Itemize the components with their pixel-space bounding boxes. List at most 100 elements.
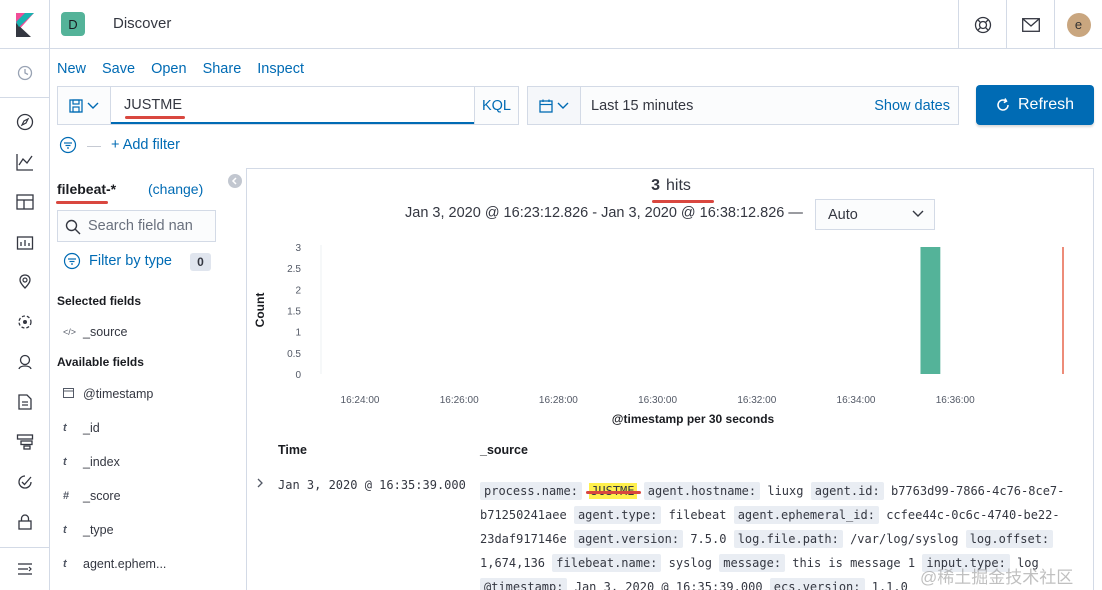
column-header-time[interactable]: Time: [278, 443, 307, 457]
nav-divider: [0, 97, 49, 98]
hits-count: 3 hits: [247, 177, 1095, 195]
nav-dev-tools[interactable]: [0, 502, 49, 542]
field-item[interactable]: # _score: [63, 489, 121, 503]
y-tick-label: 2: [295, 285, 301, 296]
refresh-icon: [997, 98, 1009, 111]
histogram-chart[interactable]: 0 0.5 1 1.5 2 2.5 3 16:24:00 16:26:00 16:28:00 16:…: [247, 233, 1093, 433]
nav-apm[interactable]: [0, 422, 49, 462]
refresh-label: Refresh: [1017, 96, 1075, 113]
top-nav-menu: New Save Open Share Inspect: [57, 61, 320, 77]
field-item[interactable]: t agent.ephem...: [63, 557, 166, 571]
nav-visualize[interactable]: [0, 142, 49, 182]
nav-canvas[interactable]: [0, 222, 49, 262]
field-name: _id: [83, 421, 100, 435]
page-title: Discover: [113, 15, 172, 32]
code-icon: </>: [63, 327, 77, 337]
source-field-key: @timestamp:: [480, 578, 568, 590]
interval-select[interactable]: Auto: [815, 199, 935, 230]
open-link[interactable]: Open: [151, 61, 186, 77]
quick-select-button[interactable]: [528, 87, 581, 124]
share-link[interactable]: Share: [203, 61, 242, 77]
x-tick-label: 16:26:00: [440, 395, 479, 406]
x-tick-label: 16:30:00: [638, 395, 677, 406]
logs-icon: [17, 394, 32, 410]
string-type-icon: t: [63, 558, 67, 570]
column-header-source[interactable]: _source: [480, 443, 528, 457]
hits-label: hits: [666, 177, 691, 194]
filter-options-icon[interactable]: [59, 136, 77, 154]
string-type-icon: t: [63, 422, 67, 434]
nav-maps[interactable]: [0, 262, 49, 302]
field-item[interactable]: t _type: [63, 523, 114, 537]
selected-fields-title: Selected fields: [57, 294, 142, 308]
apm-icon: [16, 434, 33, 450]
nav-dashboard[interactable]: [0, 182, 49, 222]
change-index-link[interactable]: (change): [148, 181, 203, 197]
show-dates-link[interactable]: Show dates: [874, 98, 950, 114]
nav-collapse[interactable]: [0, 549, 49, 589]
time-range-text: Jan 3, 2020 @ 16:23:12.826 - Jan 3, 2020…: [405, 205, 803, 221]
field-name: _type: [83, 523, 114, 537]
compass-icon: [16, 113, 33, 131]
number-type-icon: #: [63, 490, 70, 502]
annotation-underline: [56, 201, 108, 204]
nav-ml[interactable]: [0, 302, 49, 342]
help-button[interactable]: [958, 0, 1006, 49]
source-field-value: Jan 3, 2020 @ 16:35:39.000: [574, 580, 763, 590]
recently-viewed-button[interactable]: [0, 53, 49, 93]
y-tick-label: 1: [295, 328, 301, 339]
nav-logs[interactable]: [0, 382, 49, 422]
save-icon: [69, 98, 83, 113]
field-item[interactable]: @timestamp: [63, 387, 153, 401]
space-avatar[interactable]: D: [61, 12, 85, 36]
x-tick-label: 16:32:00: [737, 395, 776, 406]
machine-learning-icon: [17, 315, 32, 329]
nav-uptime[interactable]: [0, 462, 49, 502]
time-range-label[interactable]: Last 15 minutes: [591, 98, 693, 114]
nav-siem[interactable]: [0, 342, 49, 382]
chevron-right-icon: [257, 478, 263, 488]
save-link[interactable]: Save: [102, 61, 135, 77]
filter-divider: —: [87, 137, 101, 153]
collapse-sidebar-button[interactable]: [228, 174, 242, 188]
annotation-underline: [652, 200, 714, 203]
user-menu-button[interactable]: e: [1054, 0, 1102, 49]
new-link[interactable]: New: [57, 61, 86, 77]
kibana-logo[interactable]: [0, 0, 50, 49]
x-axis-title: @timestamp per 30 seconds: [612, 412, 775, 426]
inspect-link[interactable]: Inspect: [257, 61, 304, 77]
add-filter-button[interactable]: + Add filter: [111, 137, 180, 153]
source-field-key: process.name:: [480, 482, 582, 500]
search-icon: [65, 219, 81, 235]
source-field-value: this is message 1: [792, 556, 916, 570]
y-tick-label: 0: [295, 370, 301, 381]
kql-toggle[interactable]: KQL: [474, 87, 518, 124]
source-field-value: 1.1.0: [871, 580, 908, 590]
nav-discover[interactable]: [0, 102, 49, 142]
canvas-icon: [16, 236, 33, 250]
annotation-underline: [125, 116, 185, 119]
filter-by-type-label: Filter by type: [89, 253, 172, 269]
filter-by-type-button[interactable]: Filter by type: [63, 252, 172, 270]
source-field-key: message:: [719, 554, 786, 572]
index-pattern-title: filebeat-*: [57, 181, 117, 197]
kibana-logo-icon: [15, 12, 34, 37]
field-item[interactable]: t _id: [63, 421, 100, 435]
field-search-placeholder: Search field nan: [88, 218, 193, 234]
source-field-value: filebeat: [668, 508, 727, 522]
field-name: @timestamp: [83, 387, 154, 401]
saved-query-button[interactable]: [58, 87, 111, 124]
y-tick-label: 3: [295, 243, 301, 254]
clock-icon: [17, 65, 32, 81]
dashboard-icon: [15, 194, 34, 210]
calendar-icon: [63, 387, 83, 401]
uptime-icon: [17, 475, 32, 489]
refresh-button[interactable]: Refresh: [976, 85, 1094, 125]
newsfeed-button[interactable]: [1006, 0, 1054, 49]
field-item[interactable]: t _index: [63, 455, 120, 469]
field-item[interactable]: </> _source: [63, 325, 127, 339]
expand-row-button[interactable]: [256, 477, 264, 491]
siem-icon: [17, 354, 32, 370]
available-fields-title: Available fields: [57, 355, 144, 369]
x-tick-label: 16:28:00: [539, 395, 578, 406]
